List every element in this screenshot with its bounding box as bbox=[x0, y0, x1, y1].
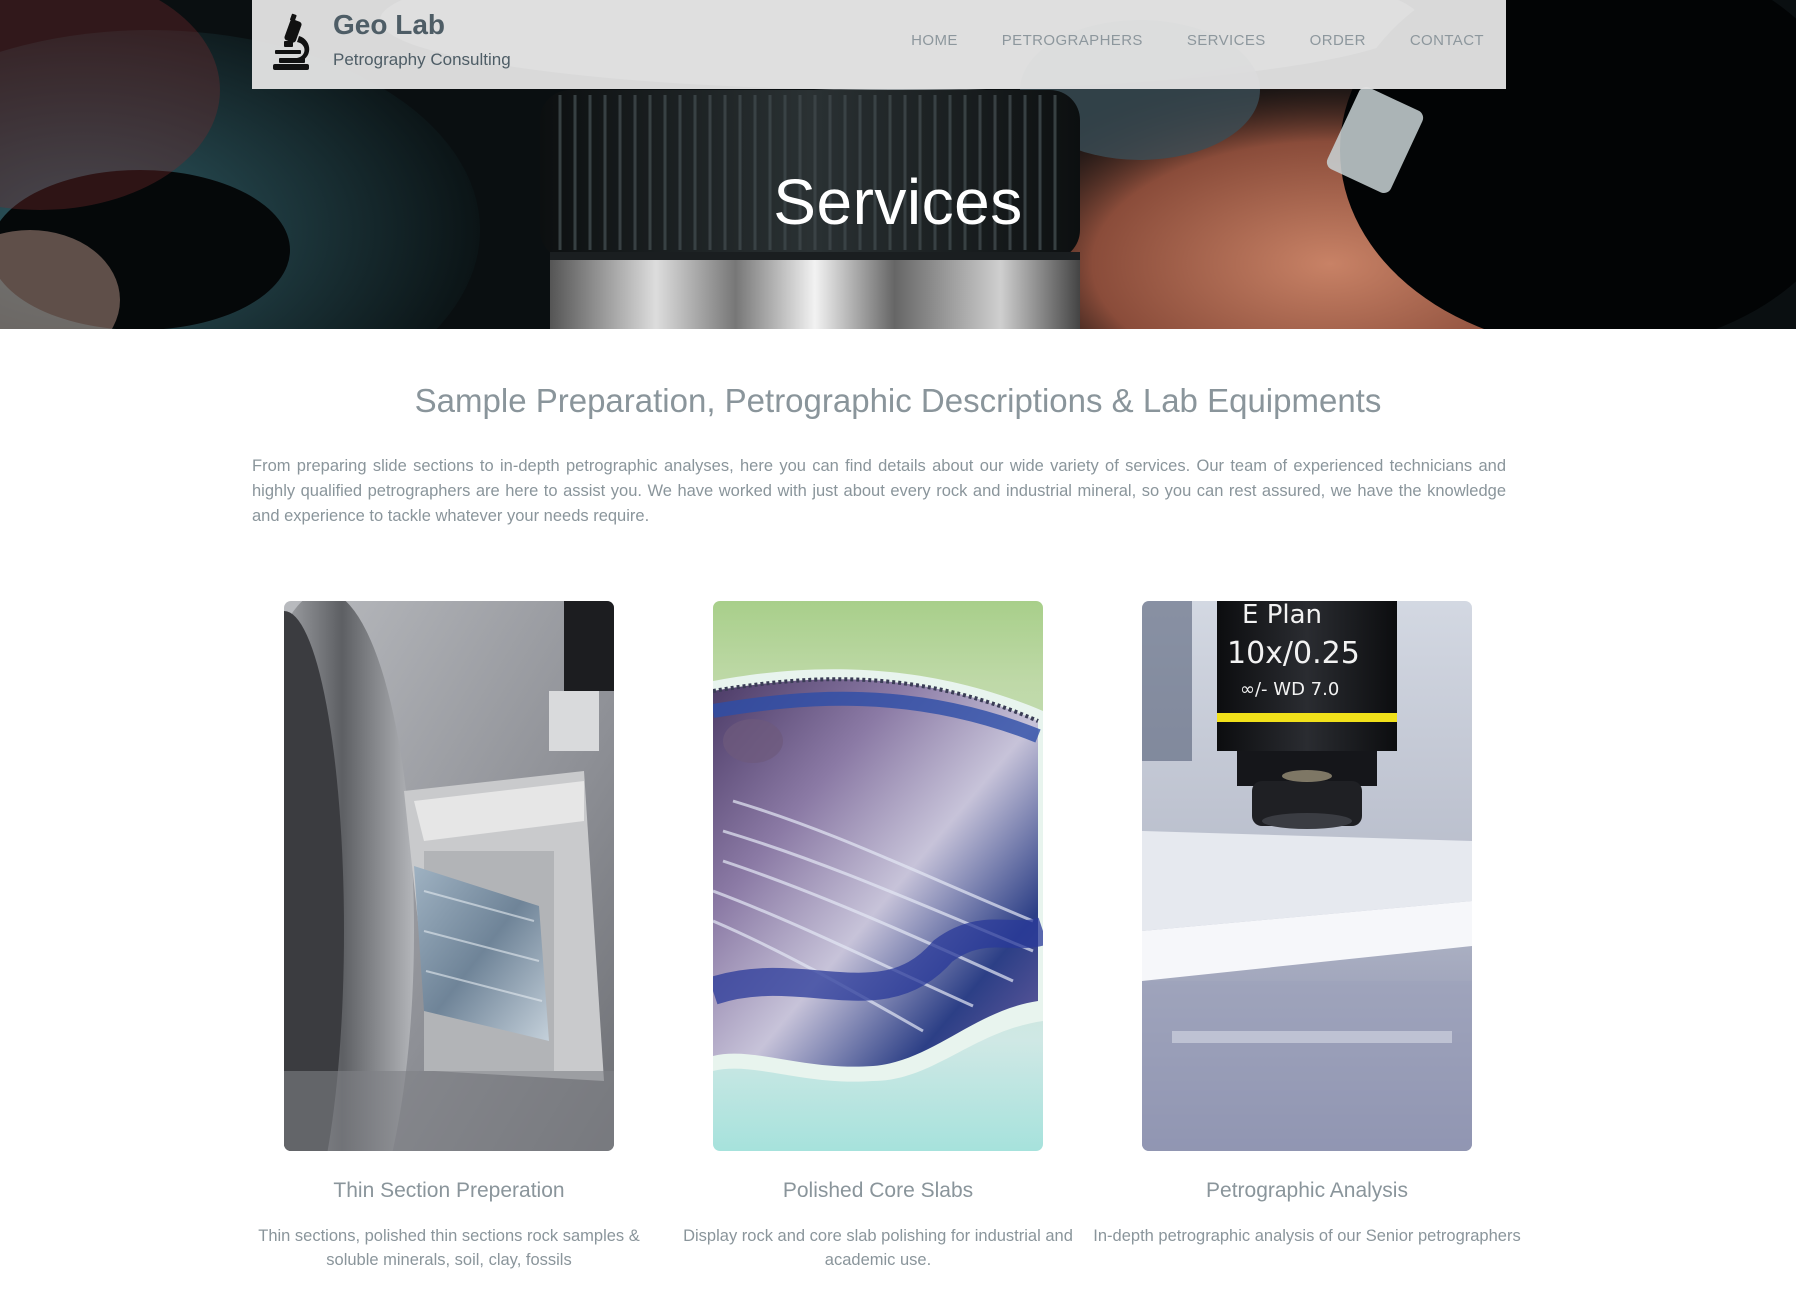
objective-label-wd: ∞/- WD 7.0 bbox=[1240, 679, 1339, 700]
nav-services[interactable]: SERVICES bbox=[1187, 32, 1266, 49]
nav-home[interactable]: HOME bbox=[911, 32, 958, 49]
service-description: Thin sections, polished thin sections ro… bbox=[258, 1227, 640, 1269]
service-title[interactable]: Polished Core Slabs bbox=[663, 1179, 1093, 1203]
thin-section-photo[interactable] bbox=[284, 601, 614, 1151]
microscope-icon[interactable] bbox=[269, 12, 315, 72]
objective-label-plan: E Plan bbox=[1242, 601, 1322, 630]
core-slab-photo[interactable] bbox=[713, 601, 1043, 1151]
page-title: Services bbox=[773, 166, 1023, 238]
brand-title[interactable]: Geo Lab bbox=[333, 9, 445, 41]
brand-subtitle: Petrography Consulting bbox=[333, 50, 511, 69]
section-heading: Sample Preparation, Petrographic Descrip… bbox=[414, 382, 1382, 419]
site-header: Geo Lab Petrography Consulting HOME PETR… bbox=[252, 0, 1506, 89]
service-card-core-slabs[interactable]: Polished Core Slabs Display rock and cor… bbox=[663, 601, 1093, 1272]
service-card-petrographic-analysis[interactable]: E Plan 10x/0.25 ∞/- WD 7.0 Petrographic … bbox=[1092, 601, 1522, 1248]
service-card-thin-section[interactable]: Thin Section Preperation Thin sections, … bbox=[234, 601, 664, 1272]
service-description: In-depth petrographic analysis of our Se… bbox=[1093, 1227, 1521, 1245]
nav-order[interactable]: ORDER bbox=[1310, 32, 1366, 49]
main-nav: HOME PETROGRAPHERS SERVICES ORDER CONTAC… bbox=[911, 32, 1484, 49]
service-description: Display rock and core slab polishing for… bbox=[683, 1227, 1073, 1269]
microscope-objective-photo[interactable]: E Plan 10x/0.25 ∞/- WD 7.0 bbox=[1142, 601, 1472, 1151]
objective-label-magnification: 10x/0.25 bbox=[1227, 636, 1360, 671]
nav-petrographers[interactable]: PETROGRAPHERS bbox=[1002, 32, 1143, 49]
intro-paragraph: From preparing slide sections to in-dept… bbox=[252, 457, 1506, 525]
service-title[interactable]: Thin Section Preperation bbox=[234, 1179, 664, 1203]
nav-contact[interactable]: CONTACT bbox=[1410, 32, 1484, 49]
service-title[interactable]: Petrographic Analysis bbox=[1092, 1179, 1522, 1203]
